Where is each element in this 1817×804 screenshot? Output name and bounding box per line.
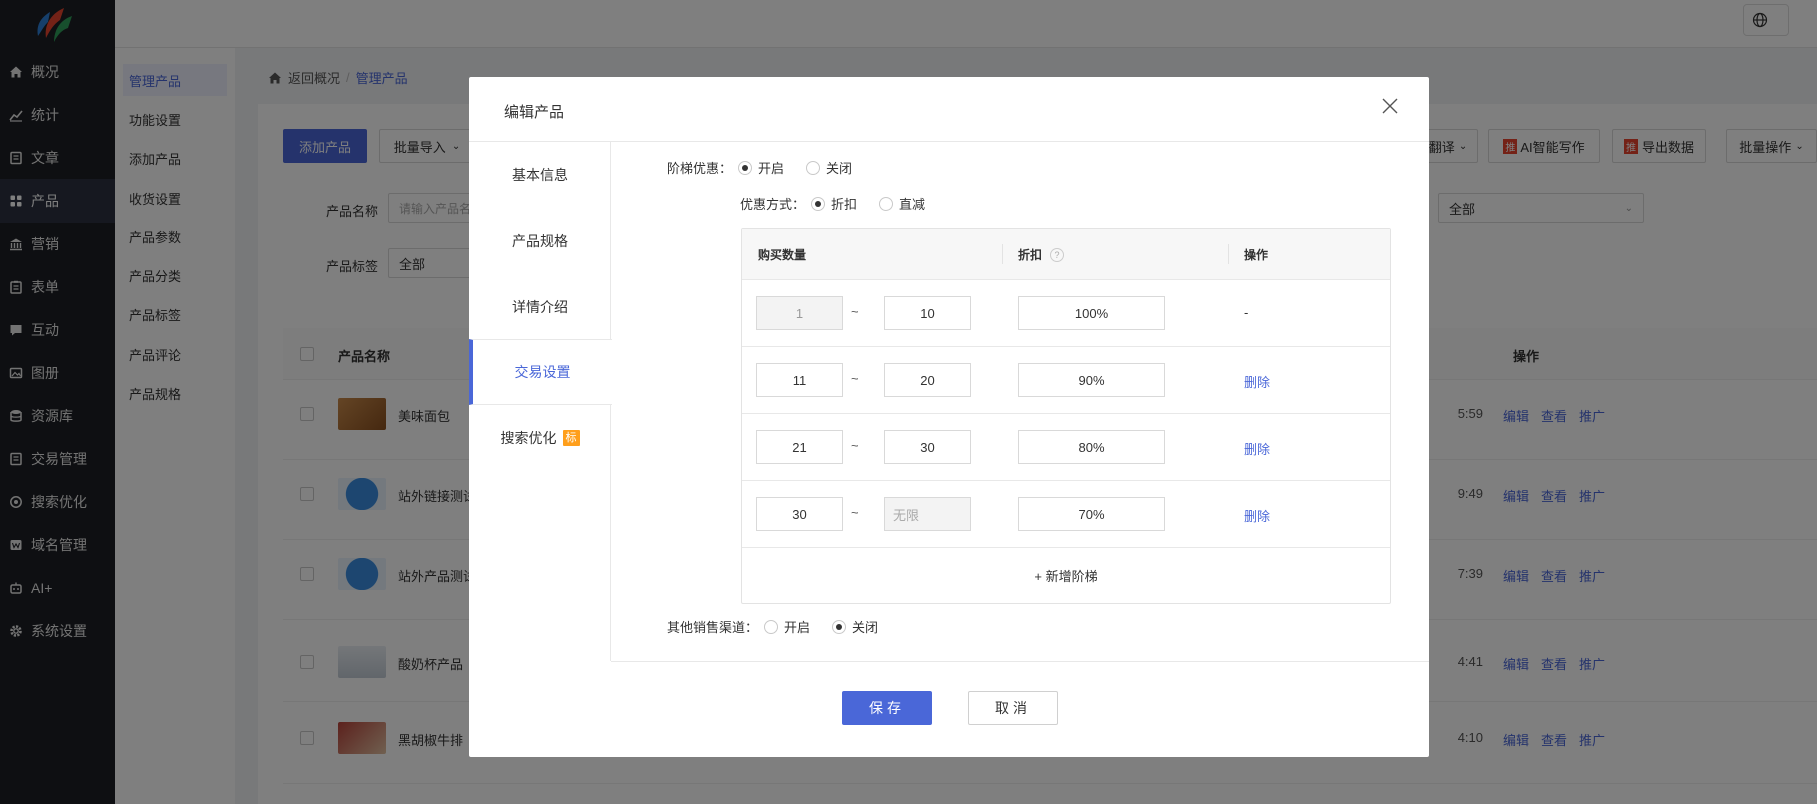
tier-tilde: ~ [851, 371, 859, 386]
tab-trade-settings[interactable]: 交易设置 [469, 339, 612, 405]
col-discount-header-wrap: 折扣 ? [1018, 229, 1065, 280]
tier-to-value: 20 [920, 372, 935, 388]
tab-seo-label: 搜索优化 [500, 430, 557, 446]
close-icon[interactable] [1381, 97, 1399, 115]
col-qty-header: 购买数量 [758, 248, 807, 262]
tier-from-value: 30 [792, 506, 807, 522]
tier-to-input[interactable]: 20 [884, 363, 971, 397]
tier-tilde: ~ [851, 304, 859, 319]
tier-from-input[interactable]: 30 [756, 497, 843, 531]
tier-from-input: 1 [756, 296, 843, 330]
tier-discount-input[interactable]: 100% [1018, 296, 1165, 330]
tab-product-spec-label: 产品规格 [512, 233, 568, 249]
tier-from-input[interactable]: 11 [756, 363, 843, 397]
tier-discount-value: 90% [1078, 372, 1105, 388]
tier-discount-input[interactable]: 80% [1018, 430, 1165, 464]
tier-row: 30 ~ 无限 70% 删除 [742, 481, 1390, 548]
tier-discount-input[interactable]: 90% [1018, 363, 1165, 397]
tier-op-placeholder: - [1244, 305, 1249, 320]
tier-on-label[interactable]: 开启 [758, 158, 784, 177]
tier-tilde: ~ [851, 505, 859, 520]
other-channels-row: 其他销售渠道： 开启 关闭 [667, 617, 878, 636]
method-discount-radio[interactable] [811, 196, 826, 211]
add-tier-button[interactable]: + 新增阶梯 [742, 548, 1390, 603]
tier-row: 1 ~10 100% - [742, 280, 1390, 347]
tab-trade-settings-label: 交易设置 [514, 364, 571, 380]
tier-off-label[interactable]: 关闭 [826, 158, 852, 177]
tier-discount-row: 阶梯优惠： 开启 关闭 [667, 158, 852, 177]
tier-discount-input[interactable]: 70% [1018, 497, 1165, 531]
tab-detail-intro-label: 详情介绍 [512, 299, 568, 315]
modal-title: 编辑产品 [504, 104, 565, 121]
tier-to-placeholder: 无限 [893, 507, 920, 523]
header-separator [1228, 244, 1229, 264]
tier-from-input[interactable]: 21 [756, 430, 843, 464]
tier-from-value: 21 [792, 439, 807, 455]
delete-tier-link[interactable]: 删除 [1244, 439, 1270, 458]
tab-seo[interactable]: 搜索优化标 [469, 405, 611, 471]
modal-tabs: 基本信息 产品规格 详情介绍 交易设置 搜索优化标 [469, 142, 612, 661]
tier-discount-value: 80% [1078, 439, 1105, 455]
tier-table-header: 购买数量 折扣 ? 操作 [742, 229, 1390, 280]
cancel-button[interactable]: 取消 [968, 691, 1058, 725]
channels-off-label[interactable]: 关闭 [852, 617, 878, 636]
col-discount-header: 折扣 [1018, 248, 1043, 262]
tier-to-value: 10 [920, 305, 935, 321]
seo-badge: 标 [562, 430, 580, 446]
tier-from-value: 11 [792, 372, 807, 388]
tier-to-value: 30 [920, 439, 935, 455]
other-channels-label: 其他销售渠道： [667, 620, 759, 635]
method-direct-radio[interactable] [879, 196, 894, 211]
discount-method-row: 优惠方式： 折扣 直减 [740, 194, 925, 213]
tier-to-input[interactable]: 无限 [884, 497, 971, 531]
tier-discount-label: 阶梯优惠： [667, 161, 733, 176]
help-icon[interactable]: ? [1050, 247, 1065, 262]
channels-off-radio[interactable] [832, 619, 847, 634]
edit-product-modal: 编辑产品 基本信息 产品规格 详情介绍 交易设置 搜索优化标 阶梯优惠： 开启 … [469, 77, 1429, 757]
tier-row: 11 ~20 90% 删除 [742, 347, 1390, 414]
tier-off-radio[interactable] [806, 160, 821, 175]
modal-divider [469, 141, 1429, 142]
footer-divider [611, 661, 1429, 662]
tier-discount-value: 70% [1078, 506, 1105, 522]
tab-basic-info-label: 基本信息 [512, 167, 568, 183]
method-direct-label[interactable]: 直减 [899, 194, 925, 213]
tier-tilde: ~ [851, 438, 859, 453]
delete-tier-link[interactable]: 删除 [1244, 506, 1270, 525]
tier-to-input[interactable]: 30 [884, 430, 971, 464]
tier-from-value: 1 [795, 305, 804, 321]
header-separator [1002, 244, 1003, 264]
tier-table: 购买数量 折扣 ? 操作 1 ~10 100% - 11 ~20 90% 删除 21 ~30 80%… [741, 228, 1391, 604]
tab-basic-info[interactable]: 基本信息 [469, 142, 611, 208]
delete-tier-link[interactable]: 删除 [1244, 372, 1270, 391]
tier-row: 21 ~30 80% 删除 [742, 414, 1390, 481]
tab-detail-intro[interactable]: 详情介绍 [469, 274, 611, 340]
add-tier-label: + 新增阶梯 [1034, 569, 1098, 584]
channels-on-radio[interactable] [764, 619, 779, 634]
save-button[interactable]: 保存 [842, 691, 932, 725]
tab-product-spec[interactable]: 产品规格 [469, 208, 611, 274]
cancel-label: 取消 [995, 700, 1031, 716]
method-discount-label[interactable]: 折扣 [831, 194, 857, 213]
tier-on-radio[interactable] [738, 160, 753, 175]
tier-discount-value: 100% [1074, 305, 1109, 321]
discount-method-label: 优惠方式： [740, 197, 806, 212]
save-label: 保存 [869, 700, 905, 716]
channels-on-label[interactable]: 开启 [784, 617, 810, 636]
col-ops-header: 操作 [1244, 248, 1269, 262]
tier-to-input[interactable]: 10 [884, 296, 971, 330]
